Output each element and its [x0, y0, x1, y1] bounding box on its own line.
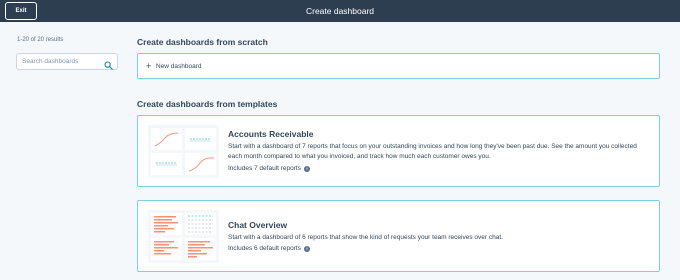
search-icon[interactable]	[104, 57, 113, 70]
template-reports-count: Includes 7 default reports i	[228, 165, 310, 172]
new-dashboard-card[interactable]: + New dashboard	[137, 53, 660, 79]
template-reports-label: Includes 7 default reports	[228, 165, 301, 172]
plus-icon: +	[146, 61, 152, 71]
bar-chart-table-thumbnail-icon	[148, 210, 219, 263]
template-reports-label: Includes 6 default reports	[228, 245, 301, 252]
template-reports-count: Includes 6 default reports i	[228, 245, 310, 252]
template-name: Accounts Receivable	[228, 129, 314, 139]
template-name: Chat Overview	[228, 220, 288, 230]
scratch-section-title: Create dashboards from scratch	[137, 37, 268, 47]
info-icon[interactable]: i	[304, 245, 310, 252]
template-card-chat-overview[interactable]: Chat Overview Start with a dashboard of …	[137, 200, 660, 272]
top-bar: Create dashboard Exit	[0, 0, 680, 22]
new-dashboard-label: New dashboard	[156, 63, 202, 70]
template-description: Start with a dashboard of 7 reports that…	[228, 143, 637, 160]
results-count: 1-20 of 20 results	[17, 37, 64, 43]
templates-section-title: Create dashboards from templates	[137, 99, 278, 109]
search-box[interactable]	[16, 53, 118, 70]
search-input[interactable]	[17, 54, 101, 69]
line-chart-grid-thumbnail-icon	[148, 125, 219, 178]
page-title: Create dashboard	[305, 6, 375, 16]
exit-button[interactable]: Exit	[5, 2, 37, 20]
template-description: Start with a dashboard of 6 reports that…	[228, 234, 503, 241]
info-icon[interactable]: i	[304, 165, 310, 172]
template-card-accounts-receivable[interactable]: Accounts Receivable Start with a dashboa…	[137, 115, 660, 187]
